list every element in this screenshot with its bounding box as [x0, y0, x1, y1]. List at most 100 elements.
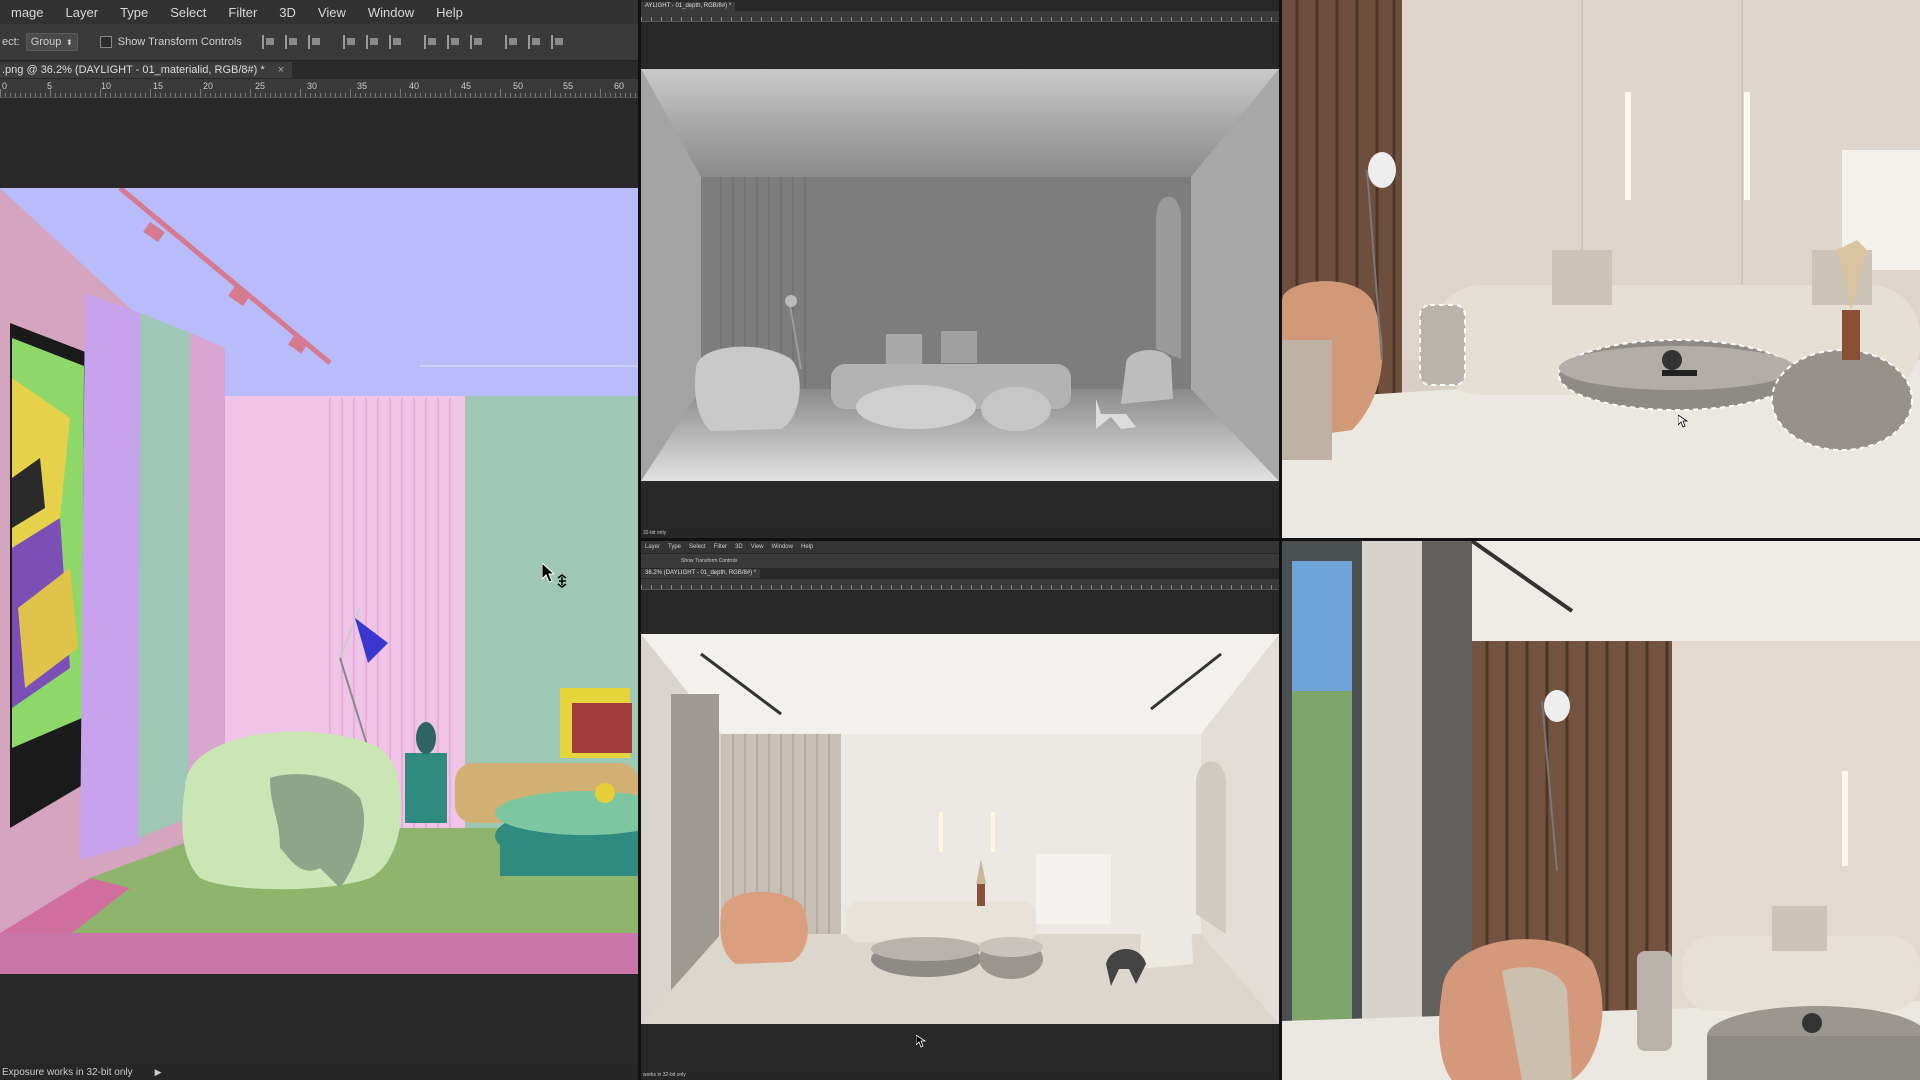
render-document-tab[interactable]: 36.2% (DAYLIGHT - 01_depth, RGB/8#) * [641, 569, 761, 578]
ruler-tick [1021, 17, 1022, 21]
ruler-tick [1031, 17, 1032, 21]
final-render-image[interactable] [1282, 541, 1920, 1080]
distribute-bottom-icon[interactable] [469, 35, 484, 49]
menu-select[interactable]: Select [685, 544, 710, 550]
ruler-tick [891, 17, 892, 21]
ruler-tick [1251, 17, 1252, 21]
menu-window[interactable]: Window [357, 5, 425, 20]
distribute-right-icon[interactable] [550, 35, 565, 49]
ruler-label: 20 [203, 81, 214, 91]
close-tab-icon[interactable]: × [278, 64, 284, 76]
show-transform-checkbox[interactable] [99, 36, 112, 48]
ruler-tick [1241, 17, 1242, 21]
menu-view[interactable]: View [747, 544, 768, 550]
menu-view[interactable]: View [307, 5, 357, 20]
menu-type[interactable]: Type [109, 5, 159, 20]
ruler-tick [1031, 585, 1032, 589]
distribute-top-icon[interactable] [423, 35, 438, 49]
ruler-tick [791, 585, 792, 589]
ruler-tick [911, 17, 912, 21]
ruler-tick [971, 585, 972, 589]
ruler-tick [145, 93, 146, 97]
auto-select-label: ect: [2, 36, 20, 48]
ruler-tick [600, 89, 601, 97]
ruler-tick [200, 89, 201, 97]
align-left-icon[interactable] [342, 35, 357, 49]
distribute-hcenter-icon[interactable] [527, 35, 542, 49]
ruler-tick [90, 93, 91, 97]
document-tab[interactable]: .png @ 36.2% (DAYLIGHT - 01_materialid, … [0, 62, 293, 78]
ruler-tick [55, 93, 56, 97]
ruler-tick [285, 93, 286, 97]
align-bottom-icon[interactable] [307, 35, 322, 49]
ruler-tick [520, 93, 521, 97]
ruler-tick [1231, 585, 1232, 589]
ruler-tick [365, 93, 366, 97]
menu-type[interactable]: Type [664, 544, 685, 550]
ruler-tick [410, 93, 411, 97]
menu-3d[interactable]: 3D [731, 544, 747, 550]
menu-image[interactable]: mage [0, 5, 55, 20]
align-top-icon[interactable] [261, 35, 276, 49]
render-canvas[interactable] [641, 634, 1279, 1024]
ruler-tick [250, 89, 251, 97]
ruler-tick [115, 93, 116, 97]
distribute-vcenter-icon[interactable] [446, 35, 461, 49]
menu-3d[interactable]: 3D [268, 5, 307, 20]
ruler-tick [5, 93, 6, 97]
distribute-left-icon[interactable] [504, 35, 519, 49]
ruler-tick [1061, 17, 1062, 21]
ruler-tick [40, 93, 41, 97]
ruler-tick [661, 585, 662, 589]
ruler-tick [560, 93, 561, 97]
ruler-tick [851, 17, 852, 21]
menu-select[interactable]: Select [159, 5, 217, 20]
ruler-tick [961, 585, 962, 589]
ruler-tick [861, 17, 862, 21]
menu-layer[interactable]: Layer [55, 5, 110, 20]
ruler-tick [130, 93, 131, 97]
ruler-tick [1101, 585, 1102, 589]
ruler-tick [1001, 585, 1002, 589]
menu-help[interactable]: Help [425, 5, 474, 20]
ruler-tick [495, 93, 496, 97]
ruler-tick [1041, 585, 1042, 589]
menu-window[interactable]: Window [768, 544, 797, 550]
render-menu-bar: Layer Type Select Filter 3D View Window … [641, 541, 1279, 553]
final-render-photo [1282, 541, 1920, 1080]
status-menu-arrow-icon[interactable]: ▶ [155, 1067, 162, 1078]
align-vcenter-icon[interactable] [284, 35, 299, 49]
align-right-icon[interactable] [388, 35, 403, 49]
auto-select-dropdown[interactable]: Group ⬍ [25, 33, 78, 51]
ruler-tick [260, 93, 261, 97]
materialid-canvas[interactable] [0, 188, 638, 974]
render-transform-label: Show Transform Controls [681, 558, 738, 564]
ruler-tick [641, 585, 642, 589]
ruler-tick [470, 93, 471, 97]
align-hcenter-icon[interactable] [365, 35, 380, 49]
ruler-tick [1201, 17, 1202, 21]
menu-help[interactable]: Help [797, 544, 817, 550]
ruler-tick [781, 585, 782, 589]
menu-filter[interactable]: Filter [710, 544, 731, 550]
show-transform-label: Show Transform Controls [117, 36, 242, 48]
depth-document-tab[interactable]: AYLIGHT - 01_depth, RGB/8#) * [641, 2, 736, 11]
ruler-tick [80, 93, 81, 97]
ruler-tick [590, 93, 591, 97]
menu-filter[interactable]: Filter [217, 5, 268, 20]
ruler-tick [701, 585, 702, 589]
ruler-tick [951, 17, 952, 21]
ruler-tick [540, 93, 541, 97]
ruler-tick [1221, 17, 1222, 21]
ruler-tick [215, 93, 216, 97]
ruler-tick [1171, 17, 1172, 21]
ruler-tick [95, 93, 96, 97]
closeup-render-with-selection[interactable] [1282, 0, 1920, 538]
depth-map-canvas[interactable] [641, 69, 1279, 481]
menu-layer[interactable]: Layer [641, 544, 664, 550]
ruler-label: 10 [101, 81, 112, 91]
ruler-tick [841, 17, 842, 21]
ruler-tick [1131, 585, 1132, 589]
ruler-tick [1221, 585, 1222, 589]
ruler-tick [105, 93, 106, 97]
